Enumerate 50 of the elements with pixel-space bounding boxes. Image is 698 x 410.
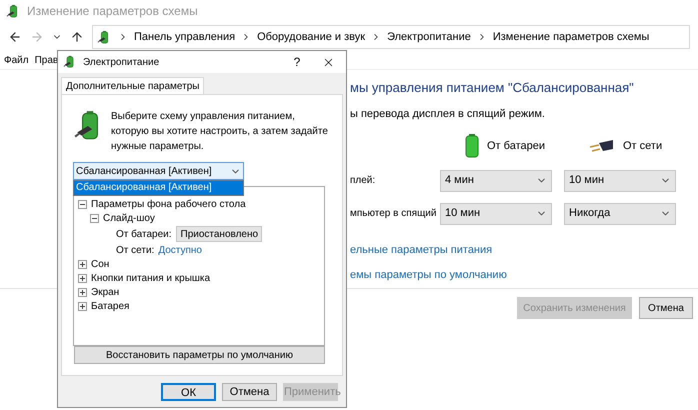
menu-item[interactable]: Файл — [4, 53, 29, 68]
breadcrumb[interactable]: Изменение параметров схемы — [492, 28, 650, 46]
cancel-button[interactable]: Отмена — [639, 297, 693, 319]
settings-link[interactable]: емы параметры по умолчанию — [350, 267, 694, 282]
tree-item[interactable]: Сон — [91, 256, 110, 272]
setting-label: От батареи: — [116, 228, 172, 242]
dropdown[interactable]: 10 мин — [440, 202, 552, 224]
page-heading: мы управления питанием "Сбалансированная" — [350, 79, 635, 97]
page-subtitle: ы перевода дисплея в спящий режим. — [350, 106, 546, 122]
breadcrumb[interactable]: Электропитание — [387, 28, 471, 46]
up-icon[interactable] — [70, 30, 84, 44]
collapse-icon[interactable] — [90, 214, 99, 222]
dialog-button[interactable]: Отмена — [222, 383, 277, 401]
setting-label: мпьютер в спящий — [350, 207, 438, 221]
dropdown[interactable]: Никогда — [564, 202, 676, 224]
collapse-icon[interactable] — [78, 200, 87, 208]
battery-icon — [465, 134, 479, 158]
instruction-text: Выберите схему управления питанием, которую вы хотите настроить, а затем задайте нужные параметры. — [111, 110, 329, 154]
tree-item[interactable]: Экран — [91, 284, 120, 300]
plug-icon — [589, 139, 615, 153]
help-button[interactable]: ? — [284, 53, 310, 71]
setting-link[interactable]: Доступно — [158, 242, 202, 258]
breadcrumb[interactable]: Панель управления — [134, 28, 236, 46]
expand-icon[interactable] — [78, 302, 87, 310]
settings-link[interactable]: ельные параметры питания — [350, 242, 694, 257]
setting-label: плей: — [350, 174, 376, 188]
scheme-dropdown[interactable]: Сбалансированная [Активен] — [73, 162, 244, 180]
setting-dropdown[interactable]: Приостановлено — [176, 226, 262, 242]
tree-item[interactable]: Батарея — [91, 298, 130, 314]
column-header: От батареи — [487, 138, 545, 154]
dropdown[interactable]: 4 мин — [440, 170, 552, 192]
tab[interactable]: Дополнительные параметры — [61, 77, 204, 94]
address-bar[interactable]: Панель управления Оборудование и звук Электропитание Изменение параметров схемы — [92, 25, 690, 49]
tree-item[interactable]: Кнопки питания и крышка — [91, 270, 210, 286]
dropdown[interactable]: 10 мин — [564, 170, 676, 192]
dialog-button[interactable]: ОК — [161, 383, 216, 401]
breadcrumb[interactable]: Оборудование и звук — [257, 28, 366, 46]
setting-label: От сети: — [116, 244, 154, 258]
expand-icon[interactable] — [78, 274, 87, 282]
expand-icon[interactable] — [78, 260, 87, 268]
restore-defaults-button[interactable]: Восстановить параметры по умолчанию — [74, 346, 325, 364]
back-icon[interactable] — [8, 30, 22, 44]
dialog-title: Электропитание — [83, 56, 160, 70]
tree-item[interactable]: Слайд-шоу — [103, 210, 155, 226]
window-title: Изменение параметров схемы — [27, 3, 198, 20]
tree-item[interactable]: Параметры фона рабочего стола — [91, 196, 246, 212]
expand-icon[interactable] — [78, 288, 87, 296]
dropdown-option[interactable]: Сбалансированная [Активен] — [74, 181, 243, 195]
menu-item[interactable]: Прав — [34, 53, 58, 68]
column-header: От сети — [623, 138, 662, 154]
